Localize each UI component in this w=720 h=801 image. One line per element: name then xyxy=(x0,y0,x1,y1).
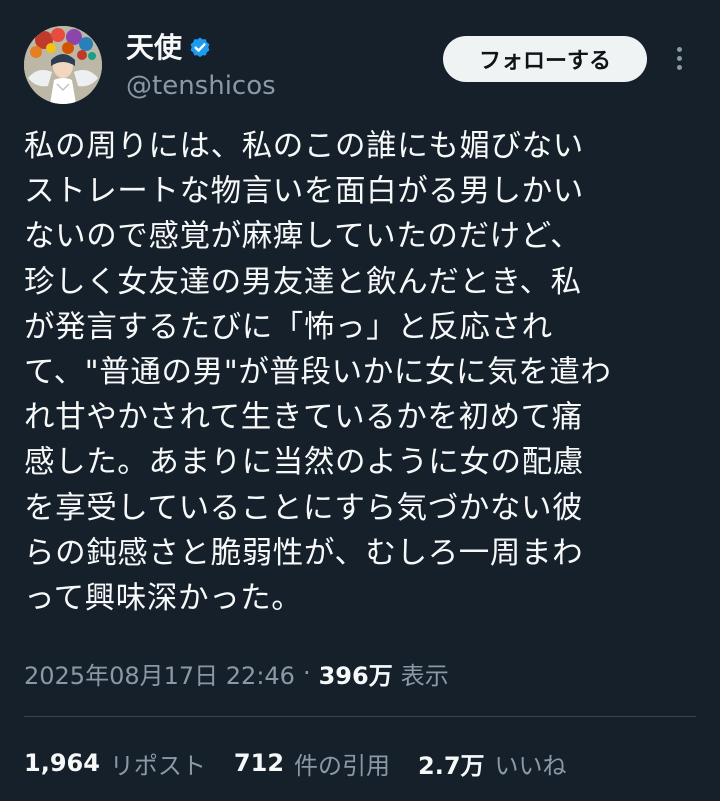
reposts-count: 1,964 xyxy=(24,749,100,777)
divider xyxy=(24,716,696,717)
meta-separator: · xyxy=(302,659,311,687)
likes-count: 2.7万 xyxy=(418,751,485,780)
follow-button[interactable]: フォローする xyxy=(443,36,647,82)
tweet-text-line: 私の周りには、私のこの誰にも媚びない xyxy=(24,129,584,164)
tweet-text-line: ないので感覚が麻痺していたのだけど、 xyxy=(24,219,582,255)
timestamp[interactable]: 2025年08月17日 22:46 xyxy=(24,656,295,691)
tweet-text-line: 感した。あまりに当然のように女の配慮 xyxy=(24,445,584,481)
engagement-stats: 1,964 リポスト 712 件の引用 2.7万 いいね xyxy=(24,743,595,783)
tweet-text-line: ストレートな物言いを面白がる男しかい xyxy=(24,174,584,210)
tweet-text-line: らの鈍感さと脆弱性が、むしろ一周まわ xyxy=(24,535,584,571)
avatar[interactable] xyxy=(24,26,102,104)
more-vertical-icon[interactable] xyxy=(666,40,692,76)
user-meta: 天使 @tenshicos xyxy=(126,30,276,104)
verified-badge-icon xyxy=(188,36,212,60)
more-dot xyxy=(676,64,682,70)
likes-label: いいね xyxy=(494,751,567,780)
views-label: 表示 xyxy=(400,661,449,690)
quotes-label: 件の引用 xyxy=(294,751,391,780)
views-count: 396万 xyxy=(318,661,393,690)
tweet-text-line: れ甘やかされて生きているかを初めて痛 xyxy=(24,400,583,436)
reposts-stat[interactable]: 1,964 リポスト xyxy=(24,746,206,781)
quotes-count: 712 xyxy=(233,749,285,777)
display-name-row: 天使 xyxy=(126,30,276,66)
likes-stat[interactable]: 2.7万 いいね xyxy=(418,746,567,781)
tweet-text-line: って興味深かった。 xyxy=(24,581,303,617)
tweet-text: 私の周りには、私のこの誰にも媚びない ストレートな物言いを面白がる男しかい ない… xyxy=(24,124,696,621)
tweet-text-line: 珍しく女友達の男友達と飲んだとき、私 xyxy=(24,264,582,300)
reposts-label: リポスト xyxy=(109,751,206,780)
tweet-text-line: を享受していることにすら気づかない彼 xyxy=(24,490,584,526)
tweet-text-line: て、"普通の男"が普段いかに女に気を遣わ xyxy=(24,355,612,391)
more-dot xyxy=(676,55,682,61)
quotes-stat[interactable]: 712 件の引用 xyxy=(234,746,390,781)
tweet-meta: 2025年08月17日 22:46 · 396万 表示 xyxy=(24,653,449,693)
more-dot xyxy=(676,46,682,52)
tweet-header: 天使 @tenshicos フォローする xyxy=(24,26,696,106)
user-handle[interactable]: @tenshicos xyxy=(126,68,276,104)
tweet-text-line: が発言するたびに「怖っ」と反応され xyxy=(24,309,553,345)
avatar-angel-icon xyxy=(24,26,102,104)
display-name[interactable]: 天使 xyxy=(126,30,182,66)
